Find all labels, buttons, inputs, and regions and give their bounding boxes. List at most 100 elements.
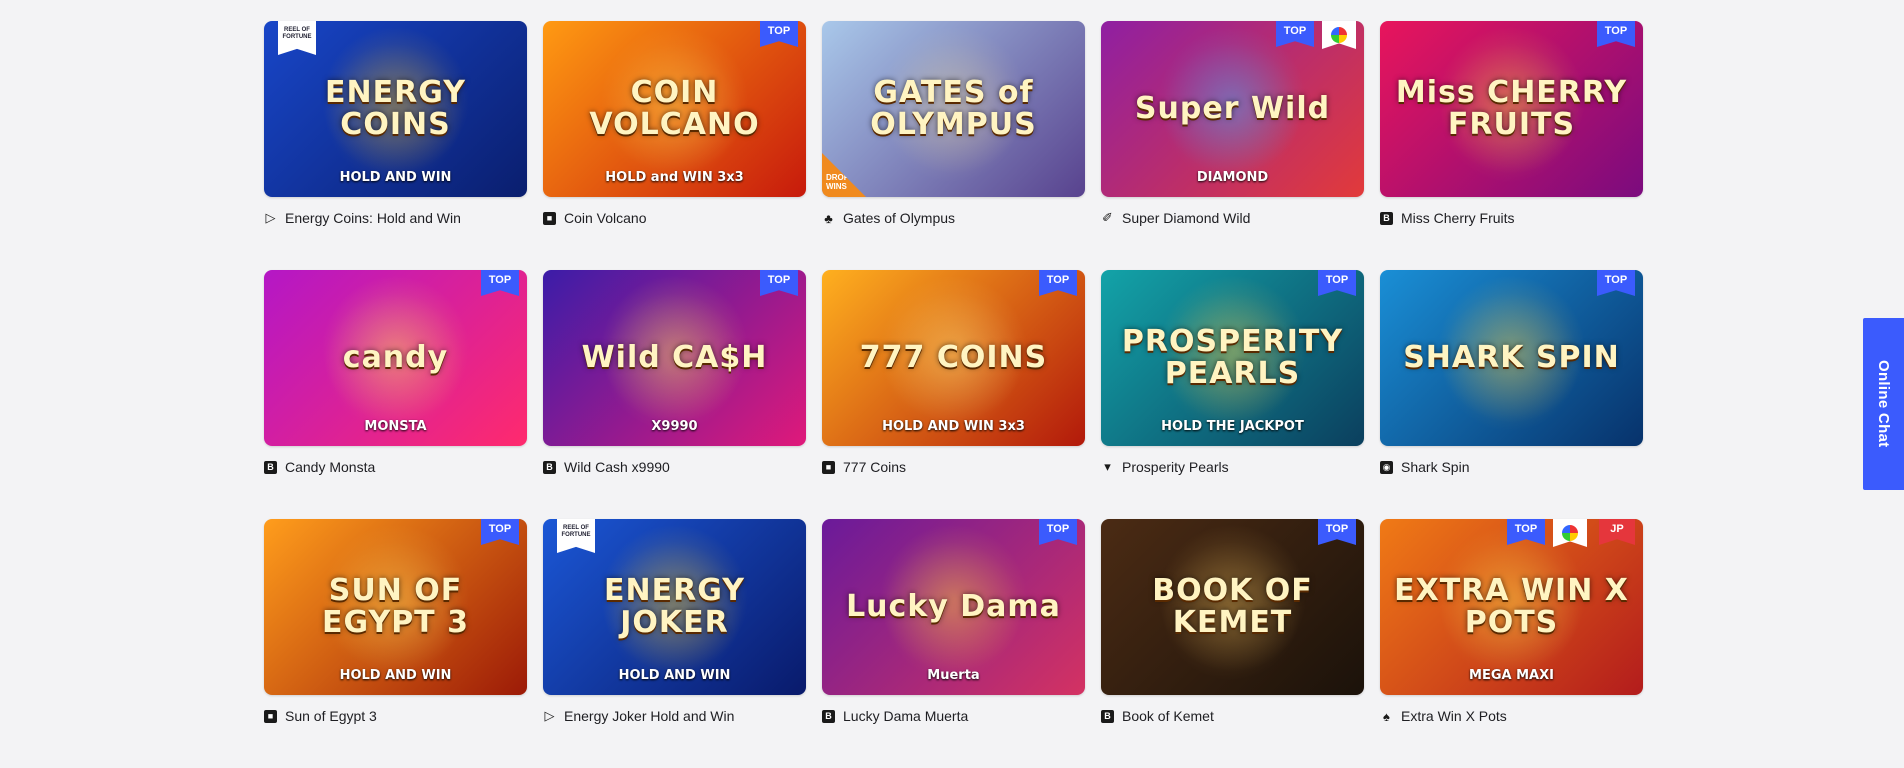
drops-and-wins-label: DROPS & WINS [826, 173, 863, 191]
top-badge: TOP [760, 21, 798, 47]
game-card[interactable]: Lucky Dama Muerta TOP B Lucky Dama Muerta [822, 519, 1085, 768]
game-thumbnail[interactable]: EXTRA WIN X POTS MEGA MAXI JP TOP [1380, 519, 1643, 695]
games-grid: ENERGY COINS HOLD AND WIN REEL OF FORTUNE ▷… [264, 21, 1643, 768]
game-card[interactable]: Miss CHERRY FRUITS TOP B Miss Cherry Fruits [1380, 21, 1643, 270]
top-badge: TOP [481, 270, 519, 296]
game-card[interactable]: candy MONSTA TOP B Candy Monsta [264, 270, 527, 519]
game-card[interactable]: Wild CA$H X9990 TOP B Wild Cash x9990 [543, 270, 806, 519]
game-thumbnail[interactable]: ENERGY JOKER HOLD AND WIN REEL OF FORTUNE [543, 519, 806, 695]
game-art-title: ENERGY COINS [325, 75, 466, 142]
game-title[interactable]: 777 Coins [843, 459, 906, 475]
game-meta: ◉ Shark Spin [1380, 459, 1643, 475]
game-thumbnail[interactable]: SUN OF EGYPT 3 HOLD AND WIN TOP [264, 519, 527, 695]
game-meta: B Book of Kemet [1101, 708, 1364, 724]
shield-icon: ◉ [1380, 460, 1393, 474]
top-badge: TOP [760, 270, 798, 296]
game-card[interactable]: COIN VOLCANO HOLD and WIN 3x3 TOP ■ Coin Vol… [543, 21, 806, 270]
shield-card-icon: ■ [264, 709, 277, 723]
game-art-title: Lucky Dama [846, 589, 1061, 624]
game-title[interactable]: Extra Win X Pots [1401, 708, 1507, 724]
game-title[interactable]: Energy Coins: Hold and Win [285, 210, 461, 226]
game-thumbnail[interactable]: 777 COINS HOLD AND WIN 3x3 TOP [822, 270, 1085, 446]
game-thumbnail[interactable]: Wild CA$H X9990 TOP [543, 270, 806, 446]
game-art-title: GATES of OLYMPUS [870, 75, 1037, 142]
game-title[interactable]: Wild Cash x9990 [564, 459, 670, 475]
game-thumbnail[interactable]: ENERGY COINS HOLD AND WIN REEL OF FORTUNE [264, 21, 527, 197]
game-title[interactable]: Miss Cherry Fruits [1401, 210, 1515, 226]
game-meta: B Lucky Dama Muerta [822, 708, 1085, 724]
game-art-subtitle: MEGA MAXI [1469, 668, 1554, 683]
game-art-title: Miss CHERRY FRUITS [1395, 75, 1628, 142]
game-thumbnail[interactable]: candy MONSTA TOP [264, 270, 527, 446]
game-art-title: Wild CA$H [581, 340, 768, 375]
game-title[interactable]: Lucky Dama Muerta [843, 708, 968, 724]
game-art-subtitle: DIAMOND [1196, 170, 1269, 185]
game-art-title: Super Wild [1134, 91, 1331, 126]
game-title[interactable]: Book of Kemet [1122, 708, 1214, 724]
game-art-subtitle: HOLD THE JACKPOT [1161, 419, 1304, 434]
game-thumbnail[interactable]: COIN VOLCANO HOLD and WIN 3x3 TOP [543, 21, 806, 197]
b-provider-icon: B [1101, 709, 1114, 723]
game-art-subtitle: MONSTA [364, 419, 427, 434]
game-title[interactable]: Sun of Egypt 3 [285, 708, 377, 724]
top-badge: TOP [1597, 270, 1635, 296]
game-meta: B Wild Cash x9990 [543, 459, 806, 475]
game-art-subtitle: X9990 [651, 419, 698, 434]
game-title[interactable]: Super Diamond Wild [1122, 210, 1250, 226]
b-provider-icon: B [1380, 211, 1393, 225]
game-art-subtitle: HOLD AND WIN [339, 170, 452, 185]
game-art-subtitle: HOLD AND WIN [618, 668, 731, 683]
top-badge: TOP [1276, 21, 1314, 47]
game-card[interactable]: BOOK OF KEMET TOP B Book of Kemet [1101, 519, 1364, 768]
game-art-title: 777 COINS [859, 340, 1048, 375]
game-card[interactable]: ENERGY JOKER HOLD AND WIN REEL OF FORTUNE ▷… [543, 519, 806, 768]
game-card[interactable]: SHARK SPIN TOP ◉ Shark Spin [1380, 270, 1643, 519]
game-art-title: SUN OF EGYPT 3 [322, 573, 469, 640]
game-thumbnail[interactable]: SHARK SPIN TOP [1380, 270, 1643, 446]
game-card[interactable]: Super Wild DIAMOND TOP ✐ Super Diamond Wild [1101, 21, 1364, 270]
reel-of-fortune-badge: REEL OF FORTUNE [278, 21, 316, 55]
top-badge: TOP [481, 519, 519, 545]
game-card[interactable]: PROSPERITY PEARLS HOLD THE JACKPOT TOP ▾ Pro… [1101, 270, 1364, 519]
b-provider-icon: B [543, 460, 556, 474]
jackpot-badge: JP [1599, 519, 1635, 545]
online-chat-button[interactable]: Online Chat [1863, 318, 1904, 490]
game-art-title: BOOK OF KEMET [1152, 573, 1313, 640]
game-title[interactable]: Coin Volcano [564, 210, 647, 226]
game-art-title: ENERGY JOKER [604, 573, 745, 640]
game-title[interactable]: Prosperity Pearls [1122, 459, 1229, 475]
game-title[interactable]: Energy Joker Hold and Win [564, 708, 734, 724]
game-thumbnail[interactable]: Miss CHERRY FRUITS TOP [1380, 21, 1643, 197]
shield-card-icon: ■ [822, 460, 835, 474]
game-meta: ▷ Energy Coins: Hold and Win [264, 210, 527, 226]
game-meta: ▾ Prosperity Pearls [1101, 459, 1364, 475]
game-thumbnail[interactable]: Lucky Dama Muerta TOP [822, 519, 1085, 695]
game-art-title: candy [342, 340, 449, 375]
game-art-subtitle: Muerta [927, 668, 980, 683]
shield-card-icon: ■ [543, 211, 556, 225]
top-badge: TOP [1039, 270, 1077, 296]
game-card[interactable]: GATES of OLYMPUS DROPS & WINS ♣ Gates of Ol… [822, 21, 1085, 270]
game-thumbnail[interactable]: BOOK OF KEMET TOP [1101, 519, 1364, 695]
drops-wheel-icon [1322, 21, 1356, 49]
game-card[interactable]: 777 COINS HOLD AND WIN 3x3 TOP ■ 777 Coins [822, 270, 1085, 519]
game-card[interactable]: ENERGY COINS HOLD AND WIN REEL OF FORTUNE ▷… [264, 21, 527, 270]
flame-icon: ♣ [824, 210, 833, 226]
game-title[interactable]: Candy Monsta [285, 459, 375, 475]
game-card[interactable]: EXTRA WIN X POTS MEGA MAXI JP TOP ♠ Extra Win… [1380, 519, 1643, 768]
play-flag-icon: ▷ [544, 708, 555, 723]
game-meta: ♠ Extra Win X Pots [1380, 708, 1643, 724]
game-art-title: PROSPERITY PEARLS [1121, 324, 1344, 391]
game-title[interactable]: Gates of Olympus [843, 210, 955, 226]
top-badge: TOP [1597, 21, 1635, 47]
game-meta: B Miss Cherry Fruits [1380, 210, 1643, 226]
game-meta: ✐ Super Diamond Wild [1101, 210, 1364, 226]
spade-icon: ♠ [1383, 708, 1390, 724]
top-badge: TOP [1318, 519, 1356, 545]
game-card[interactable]: SUN OF EGYPT 3 HOLD AND WIN TOP ■ Sun of Egy… [264, 519, 527, 768]
game-thumbnail[interactable]: GATES of OLYMPUS DROPS & WINS [822, 21, 1085, 197]
game-title[interactable]: Shark Spin [1401, 459, 1469, 475]
game-thumbnail[interactable]: Super Wild DIAMOND TOP [1101, 21, 1364, 197]
game-thumbnail[interactable]: PROSPERITY PEARLS HOLD THE JACKPOT TOP [1101, 270, 1364, 446]
game-meta: ■ 777 Coins [822, 459, 1085, 475]
